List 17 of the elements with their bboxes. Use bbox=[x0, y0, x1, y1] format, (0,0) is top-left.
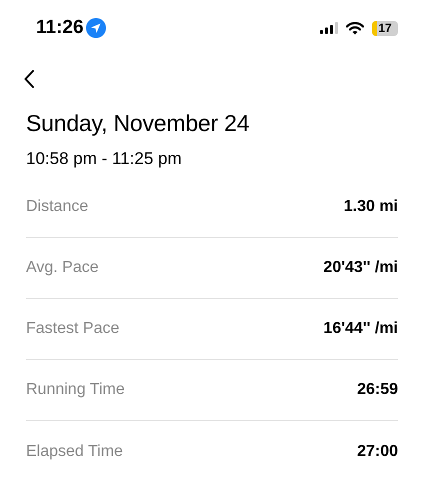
workout-date-title: Sunday, November 24 bbox=[26, 110, 250, 137]
stat-value: 27:00 bbox=[357, 442, 398, 460]
stat-value: 26:59 bbox=[357, 381, 398, 399]
back-button[interactable] bbox=[22, 68, 36, 90]
status-time: 11:26 bbox=[36, 17, 84, 39]
stat-label: Fastest Pace bbox=[26, 320, 120, 338]
time-range: 10:58 pm - 11:25 pm bbox=[26, 149, 183, 169]
signal-icon bbox=[320, 22, 338, 34]
stat-label: Elapsed Time bbox=[26, 442, 123, 460]
stat-label: Distance bbox=[26, 198, 88, 216]
stat-value: 20'43'' /mi bbox=[323, 259, 398, 277]
wifi-icon bbox=[346, 22, 364, 34]
stat-label: Avg. Pace bbox=[26, 259, 99, 277]
stat-value: 16'44'' /mi bbox=[323, 320, 398, 338]
stat-label: Running Time bbox=[26, 381, 125, 399]
battery-indicator: 17 bbox=[372, 20, 398, 36]
stat-value: 1.30 mi bbox=[344, 198, 398, 216]
